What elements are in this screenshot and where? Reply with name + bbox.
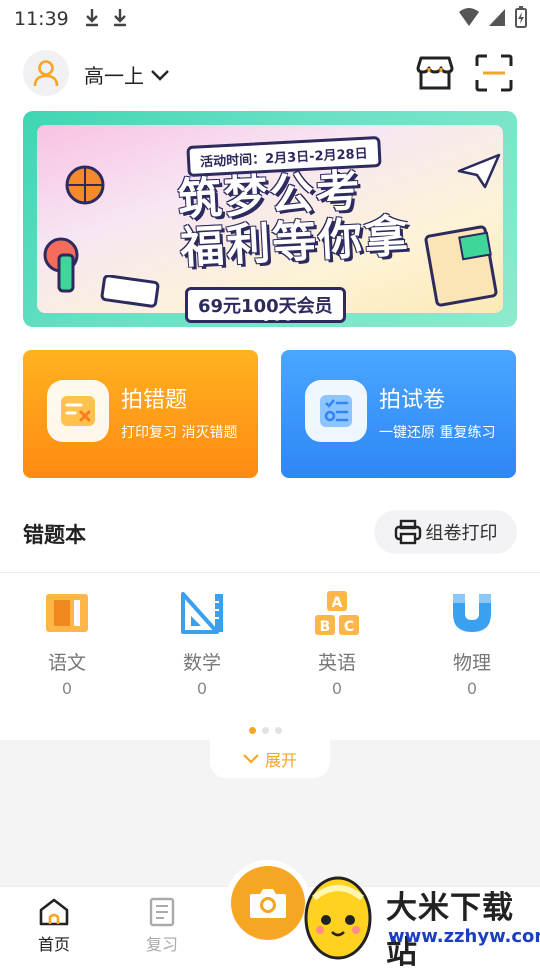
watermark: 大米下载站 www.zzhyw.com xyxy=(296,864,540,971)
egg-mascot-icon xyxy=(304,876,372,960)
subject-count: 0 xyxy=(196,679,208,698)
grade-selector[interactable]: 高一上 xyxy=(84,60,170,89)
subject-math[interactable]: 数学 0 xyxy=(157,588,247,698)
wifi-icon xyxy=(458,7,480,31)
svg-text:C: C xyxy=(344,619,354,635)
subject-english[interactable]: A B C 英语 0 xyxy=(292,588,382,698)
svg-text:B: B xyxy=(320,619,331,635)
wrongbook-title: 错题本 xyxy=(23,523,86,547)
store-button[interactable] xyxy=(414,52,456,94)
subject-pagination xyxy=(249,727,282,734)
abc-blocks-icon: A B C xyxy=(312,588,362,638)
phone-illustration xyxy=(100,275,160,308)
ruler-triangle-icon xyxy=(177,588,227,638)
download-icon xyxy=(111,7,129,32)
avatar[interactable] xyxy=(23,50,69,96)
status-bar: 11:39 xyxy=(0,0,540,38)
camera-button[interactable] xyxy=(231,866,305,940)
wrong-question-icon xyxy=(47,380,109,442)
scan-button[interactable] xyxy=(473,52,515,94)
subject-count: 0 xyxy=(61,679,73,698)
promo-banner[interactable]: 活动时间：2月3日-2月28日 筑梦公考 福利等你拿 69元100天会员 xyxy=(23,111,517,327)
subject-name: 数学 xyxy=(182,652,221,674)
subject-grid: 语文 0 数学 0 A B C 英语 0 物理 0 xyxy=(0,588,540,708)
card-subtitle: 一键还原 重复练习 xyxy=(379,425,496,441)
notebook-illustration xyxy=(424,225,498,307)
card-title: 拍错题 xyxy=(121,388,188,413)
tab-review[interactable]: 复习 xyxy=(122,897,202,955)
subject-name: 英语 xyxy=(317,652,356,674)
subject-name: 物理 xyxy=(452,652,491,674)
status-time: 11:39 xyxy=(14,8,69,30)
banner-title-line2: 福利等你拿 xyxy=(179,210,412,274)
camera-icon xyxy=(250,889,286,918)
banner-panel: 活动时间：2月3日-2月28日 筑梦公考 福利等你拿 69元100天会员 xyxy=(37,125,503,323)
test-paper-icon xyxy=(305,380,367,442)
expand-button[interactable]: 展开 xyxy=(210,740,330,778)
subject-name: 语文 xyxy=(47,652,86,674)
printer-icon xyxy=(394,519,421,545)
subject-count: 0 xyxy=(331,679,343,698)
magnet-icon xyxy=(447,588,497,638)
paper-plane-illustration xyxy=(457,153,501,189)
chevron-down-icon xyxy=(151,69,169,81)
photo-wrong-question-card[interactable]: 拍错题 打印复习 消灭错题 xyxy=(23,350,258,478)
banner-title: 筑梦公考 福利等你拿 xyxy=(177,165,412,273)
card-title: 拍试卷 xyxy=(379,388,446,413)
home-icon xyxy=(14,897,94,927)
signal-icon xyxy=(488,7,506,31)
compose-print-button[interactable]: 组卷打印 xyxy=(374,510,517,554)
chevron-down-icon xyxy=(243,754,259,764)
basketball-illustration xyxy=(43,165,105,293)
divider xyxy=(0,572,540,573)
watermark-url: www.zzhyw.com xyxy=(388,926,540,947)
banner-pagination xyxy=(263,315,291,321)
grade-label: 高一上 xyxy=(84,64,144,88)
card-subtitle: 打印复习 消灭错题 xyxy=(121,425,238,441)
header: 高一上 xyxy=(0,46,540,104)
expand-label: 展开 xyxy=(264,751,297,770)
tab-label: 复习 xyxy=(145,935,178,954)
tab-label: 首页 xyxy=(37,935,70,954)
print-label: 组卷打印 xyxy=(425,523,498,544)
subject-chinese[interactable]: 语文 0 xyxy=(22,588,112,698)
user-icon xyxy=(33,60,59,87)
battery-icon xyxy=(514,6,528,32)
notebook-icon xyxy=(122,897,202,927)
store-icon xyxy=(416,56,454,90)
tab-home[interactable]: 首页 xyxy=(14,897,94,955)
photo-test-paper-card[interactable]: 拍试卷 一键还原 重复练习 xyxy=(281,350,516,478)
svg-text:A: A xyxy=(332,595,343,611)
scan-icon xyxy=(475,54,513,92)
download-icon xyxy=(83,7,101,32)
subject-count: 0 xyxy=(466,679,478,698)
subject-physics[interactable]: 物理 0 xyxy=(427,588,517,698)
book-icon xyxy=(42,588,92,638)
